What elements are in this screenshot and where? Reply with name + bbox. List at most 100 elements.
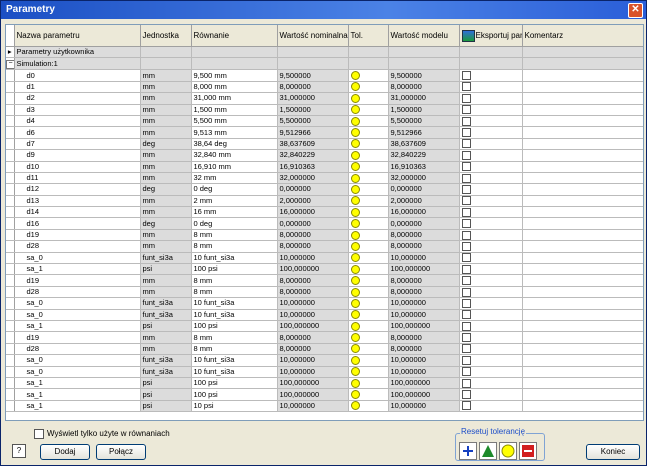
param-comment[interactable] (522, 183, 643, 196)
tolerance-indicator-icon[interactable] (350, 150, 360, 160)
row-selector[interactable] (6, 263, 15, 276)
param-equation[interactable]: 100 psi (191, 388, 278, 401)
parameter-row[interactable]: sa_0 funt_si3a 10 funt_si3a 10,000000 10,000… (6, 354, 643, 367)
tolerance-indicator-icon[interactable] (350, 71, 360, 81)
param-unit[interactable]: mm (140, 69, 192, 82)
param-export[interactable] (459, 183, 523, 196)
param-name[interactable]: d1 (14, 81, 141, 94)
export-checkbox[interactable] (461, 230, 471, 240)
close-button[interactable]: Koniec (586, 444, 640, 460)
param-comment[interactable] (522, 206, 643, 219)
export-checkbox[interactable] (461, 93, 471, 103)
parameter-row[interactable]: d4 mm 5,500 mm 5,500000 5,500000 (6, 115, 643, 128)
parameter-row[interactable]: d1 mm 8,000 mm 8,000000 8,000000 (6, 81, 643, 94)
parameter-row[interactable]: d19 mm 8 mm 8,000000 8,000000 (6, 229, 643, 242)
param-export[interactable] (459, 92, 523, 105)
parameter-row[interactable]: d7 deg 38,64 deg 38,637609 38,637609 (6, 138, 643, 151)
param-export[interactable] (459, 138, 523, 151)
export-checkbox[interactable] (461, 321, 471, 331)
parameter-row[interactable]: sa_0 funt_si3a 10 funt_si3a 10,000000 10,000… (6, 252, 643, 265)
param-tol[interactable] (348, 217, 389, 230)
parameter-row[interactable]: sa_1 psi 100 psi 100,000000 100,000000 (6, 377, 643, 390)
tolerance-indicator-icon[interactable] (350, 264, 360, 274)
param-tol[interactable] (348, 115, 389, 128)
param-equation[interactable]: 38,64 deg (191, 138, 278, 151)
export-checkbox[interactable] (461, 253, 471, 263)
param-comment[interactable] (522, 172, 643, 185)
param-export[interactable] (459, 388, 523, 401)
param-tol[interactable] (348, 320, 389, 333)
row-selector[interactable] (6, 104, 15, 116)
param-tol[interactable] (348, 274, 389, 287)
param-equation[interactable]: 8 mm (191, 331, 278, 344)
param-equation[interactable]: 8 mm (191, 240, 278, 253)
param-comment[interactable] (522, 377, 643, 390)
row-selector[interactable] (6, 366, 15, 378)
row-selector[interactable] (6, 195, 15, 208)
param-name[interactable]: sa_1 (14, 388, 141, 401)
param-export[interactable] (459, 400, 523, 413)
param-export[interactable] (459, 195, 523, 208)
row-selector[interactable] (6, 354, 15, 367)
col-header-equation[interactable]: Równanie (191, 25, 278, 47)
param-export[interactable] (459, 149, 523, 162)
col-header-export[interactable]: Eksportuj par (459, 25, 523, 47)
param-tol[interactable] (348, 286, 389, 299)
param-name[interactable]: sa_1 (14, 377, 141, 390)
param-equation[interactable]: 16 mm (191, 206, 278, 219)
help-icon[interactable]: ? (12, 444, 26, 458)
tolerance-indicator-icon[interactable] (350, 185, 360, 194)
param-export[interactable] (459, 286, 523, 299)
param-equation[interactable]: 8 mm (191, 274, 278, 287)
row-selector[interactable] (6, 377, 15, 390)
param-export[interactable] (459, 366, 523, 378)
tolerance-indicator-icon[interactable] (350, 276, 360, 286)
tolerance-indicator-icon[interactable] (350, 105, 360, 115)
param-export[interactable] (459, 161, 523, 173)
param-unit[interactable]: mm (140, 240, 192, 253)
param-comment[interactable] (522, 274, 643, 287)
tolerance-triangle-button[interactable] (479, 442, 497, 460)
export-checkbox[interactable] (461, 82, 471, 92)
param-comment[interactable] (522, 331, 643, 344)
row-selector[interactable] (6, 126, 15, 139)
param-tol[interactable] (348, 172, 389, 185)
row-selector[interactable] (6, 297, 15, 310)
param-unit[interactable]: mm (140, 286, 192, 299)
add-button[interactable]: Dodaj (40, 444, 90, 460)
param-equation[interactable]: 2 mm (191, 195, 278, 208)
tolerance-indicator-icon[interactable] (350, 139, 360, 149)
param-tol[interactable] (348, 138, 389, 151)
export-checkbox[interactable] (461, 71, 471, 81)
parameter-row[interactable]: d28 mm 8 mm 8,000000 8,000000 (6, 343, 643, 356)
param-comment[interactable] (522, 217, 643, 230)
param-comment[interactable] (522, 252, 643, 265)
param-name[interactable]: d9 (14, 149, 141, 162)
param-equation[interactable]: 10 psi (191, 400, 278, 413)
tolerance-indicator-icon[interactable] (350, 344, 360, 354)
row-selector[interactable] (6, 69, 15, 82)
param-equation[interactable]: 10 funt_si3a (191, 252, 278, 265)
row-selector[interactable] (6, 172, 15, 185)
tolerance-indicator-icon[interactable] (350, 82, 360, 92)
param-export[interactable] (459, 172, 523, 185)
export-checkbox[interactable] (461, 173, 471, 183)
row-selector[interactable] (6, 115, 15, 128)
tolerance-indicator-icon[interactable] (350, 355, 360, 365)
param-unit[interactable]: mm (140, 126, 192, 139)
param-name[interactable]: sa_0 (14, 297, 141, 310)
export-checkbox[interactable] (461, 310, 471, 320)
param-equation[interactable]: 10 funt_si3a (191, 297, 278, 310)
param-name[interactable]: d13 (14, 195, 141, 208)
tolerance-indicator-icon[interactable] (350, 390, 360, 400)
param-tol[interactable] (348, 388, 389, 401)
parameter-row[interactable]: sa_1 psi 100 psi 100,000000 100,000000 (6, 388, 643, 401)
param-name[interactable]: d10 (14, 161, 141, 173)
param-name[interactable]: sa_0 (14, 354, 141, 367)
param-unit[interactable]: funt_si3a (140, 297, 192, 310)
group-row-user[interactable]: ▸ Parametry użytkownika (6, 46, 643, 59)
col-header-comment[interactable]: Komentarz (522, 25, 643, 47)
param-name[interactable]: sa_1 (14, 400, 141, 413)
parameter-row[interactable]: sa_1 psi 10 psi 10,000000 10,000000 (6, 400, 643, 413)
param-export[interactable] (459, 343, 523, 356)
